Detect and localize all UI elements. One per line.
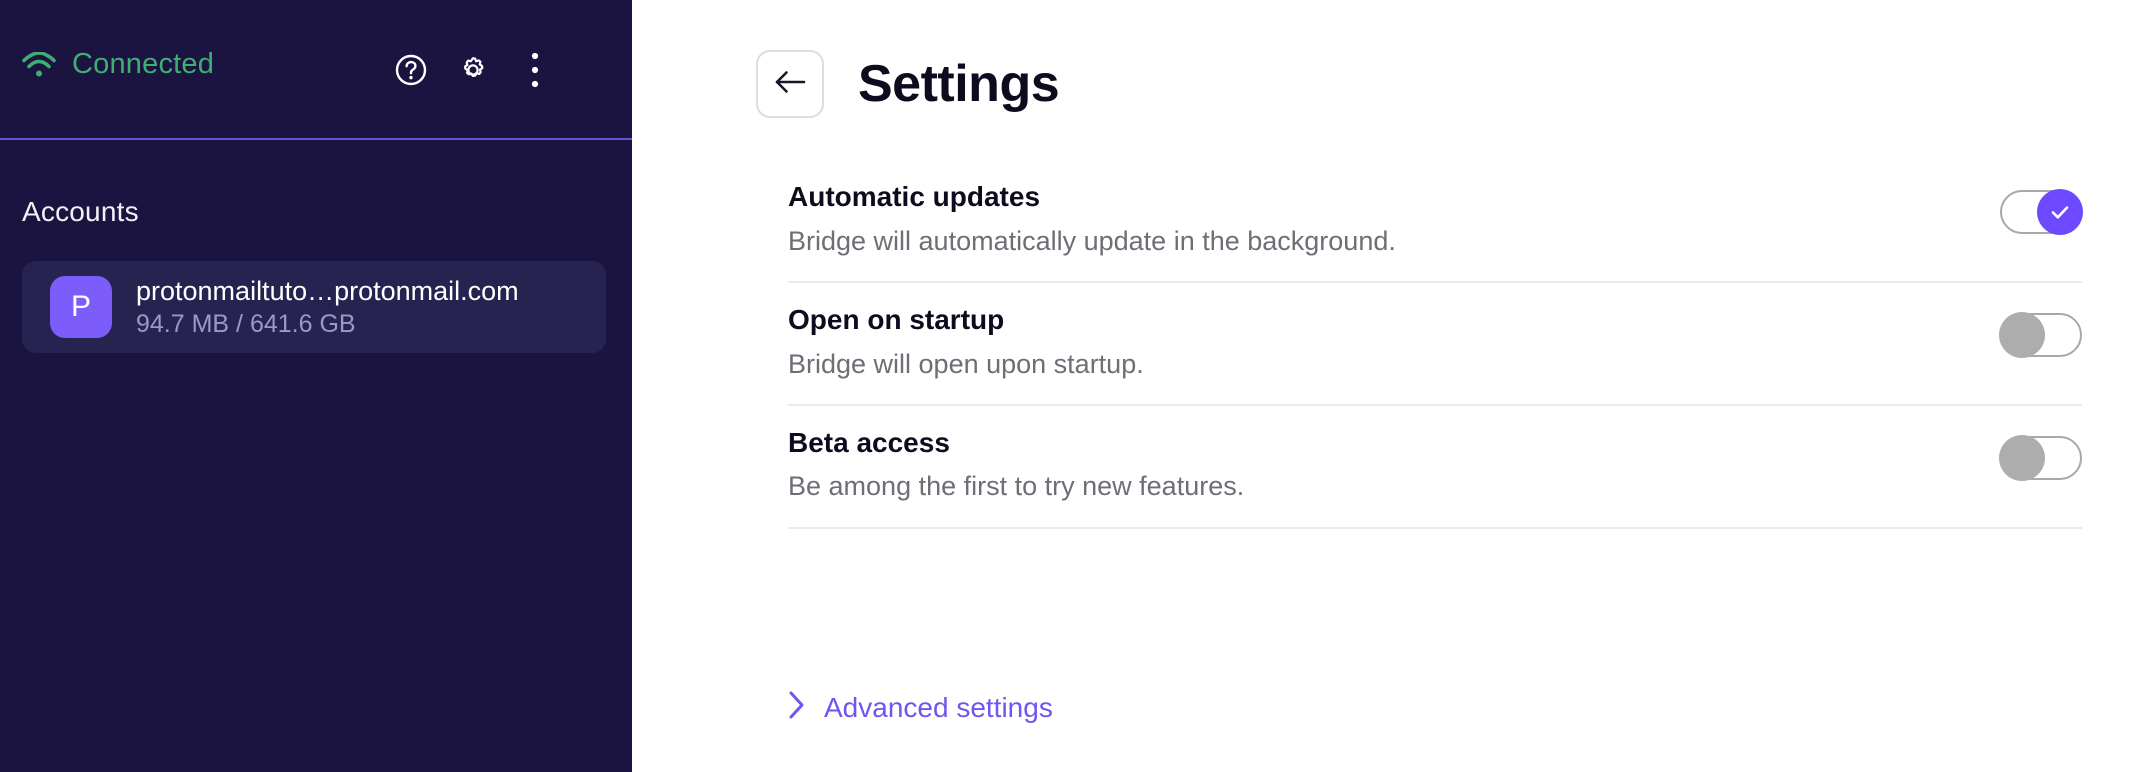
setting-row-automatic-updates: Automatic updates Bridge will automatica… [788, 160, 2083, 283]
account-email: protonmailtuto…protonmail.com [136, 276, 519, 306]
accounts-section-label: Accounts [22, 196, 139, 227]
sidebar: Connected Accounts P protonmailtuto…prot… [0, 0, 632, 772]
toggle-knob [1999, 434, 2045, 481]
setting-title: Beta access [788, 426, 950, 458]
sidebar-header: Connected [0, 0, 632, 140]
connection-status-label: Connected [72, 48, 215, 80]
setting-title: Open on startup [788, 303, 1005, 335]
avatar: P [50, 276, 112, 338]
check-icon [2051, 206, 2069, 219]
setting-row-open-on-startup: Open on startup Bridge will open upon st… [788, 283, 2082, 406]
help-icon[interactable] [380, 48, 442, 92]
account-list-item[interactable]: P protonmailtuto…protonmail.com 94.7 MB … [22, 261, 606, 353]
advanced-settings-label: Advanced settings [824, 691, 1053, 723]
wifi-icon [22, 51, 56, 78]
setting-description: Bridge will automatically update in the … [788, 225, 1396, 256]
chevron-right-icon [788, 690, 806, 725]
settings-list: Automatic updates Bridge will automatica… [788, 160, 2083, 529]
app-window: Connected Accounts P protonmailtuto…prot… [0, 0, 2136, 772]
connection-status: Connected [22, 48, 214, 81]
beta-access-toggle[interactable] [1999, 434, 2082, 481]
toggle-knob [1999, 311, 2045, 358]
setting-description: Bridge will open upon startup. [788, 348, 1144, 379]
sidebar-header-actions [380, 48, 566, 92]
account-details: protonmailtuto…protonmail.com 94.7 MB / … [136, 275, 519, 339]
page-title: Settings [858, 55, 1060, 113]
arrow-left-icon [773, 69, 807, 100]
settings-panel: Settings Automatic updates Bridge will a… [632, 0, 2136, 772]
account-storage-usage: 94.7 MB / 641.6 GB [136, 310, 356, 338]
setting-texts: Beta access Be among the first to try ne… [788, 426, 1245, 503]
automatic-updates-toggle[interactable] [2000, 189, 2083, 235]
advanced-settings-link[interactable]: Advanced settings [788, 690, 1053, 725]
gear-icon[interactable] [442, 48, 504, 92]
page-header: Settings [756, 50, 1060, 118]
setting-texts: Automatic updates Bridge will automatica… [788, 181, 1396, 257]
open-on-startup-toggle[interactable] [1999, 311, 2082, 358]
setting-title: Automatic updates [788, 181, 1041, 212]
overflow-menu-icon[interactable] [504, 48, 566, 92]
setting-row-beta-access: Beta access Be among the first to try ne… [788, 406, 2082, 529]
toggle-knob [2037, 189, 2083, 235]
setting-description: Be among the first to try new features. [788, 471, 1245, 502]
setting-texts: Open on startup Bridge will open upon st… [788, 303, 1144, 380]
back-button[interactable] [756, 50, 824, 118]
